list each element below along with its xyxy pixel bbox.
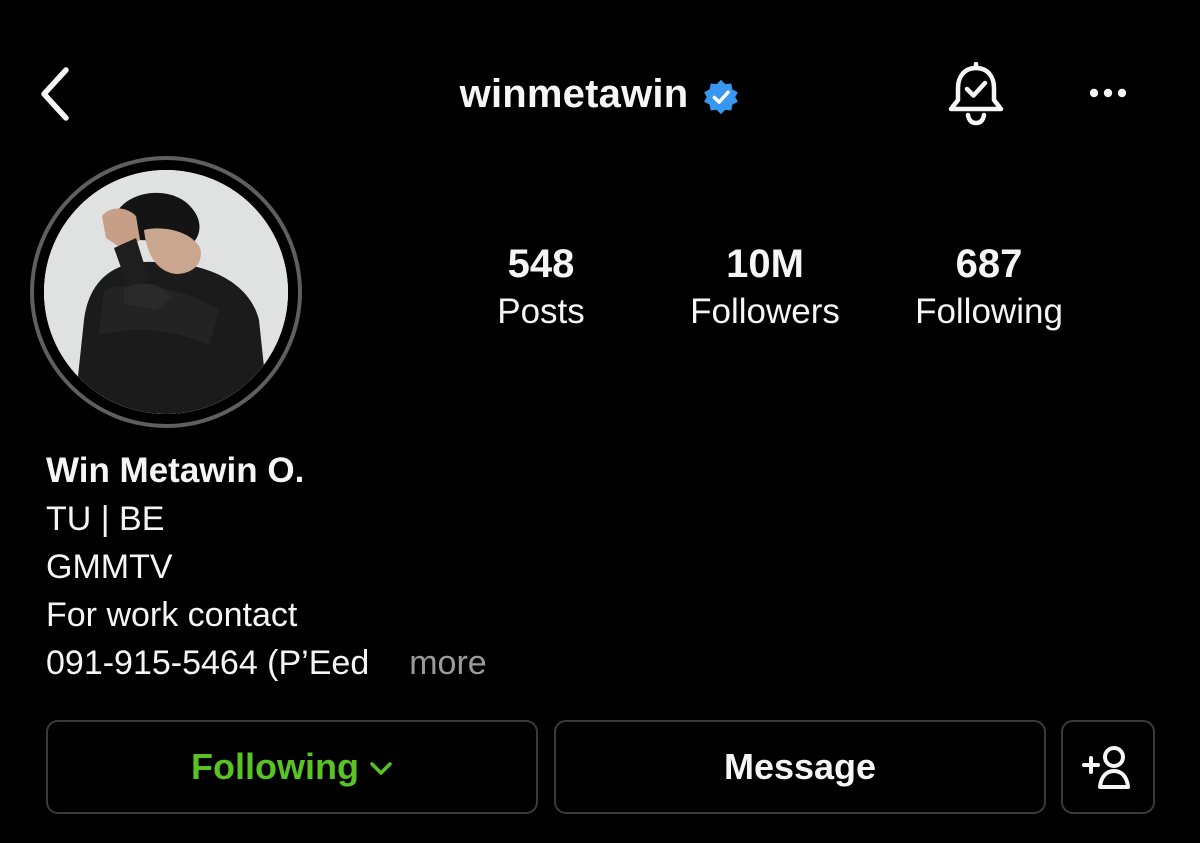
bio-line: TU | BE [46, 500, 165, 538]
more-horizontal-icon [1089, 88, 1127, 98]
posts-stat[interactable]: 548 Posts [426, 238, 656, 334]
following-label: Following [915, 292, 1063, 331]
followers-label: Followers [690, 292, 840, 331]
bell-check-icon [948, 61, 1004, 126]
display-name: Win Metawin O. [46, 451, 305, 490]
bio-line-contact: 091-915-5464 (P’Eed more [46, 639, 746, 687]
following-count: 687 [955, 242, 1023, 286]
bio-line: For work contact [46, 596, 298, 634]
bio-line: GMMTV [46, 548, 173, 586]
message-button-label: Message [723, 746, 877, 787]
username-title: winmetawin [459, 71, 689, 116]
profile-photo [44, 170, 288, 414]
avatar[interactable] [44, 170, 288, 414]
followers-count: 10M [726, 242, 804, 286]
following-stat[interactable]: 687 Following [874, 238, 1104, 334]
more-link[interactable]: more [409, 644, 486, 682]
following-button-label: Following [191, 746, 359, 787]
chevron-down-icon [370, 762, 392, 775]
posts-label: Posts [497, 292, 585, 331]
bio-section: Win Metawin O. TU | BE GMMTV For work co… [46, 447, 746, 687]
posts-count: 548 [507, 242, 575, 286]
add-user-icon [1082, 746, 1130, 789]
following-button[interactable]: Following [46, 720, 538, 814]
more-options-button[interactable] [1082, 76, 1134, 110]
followers-stat[interactable]: 10M Followers [650, 238, 880, 334]
profile-page: winmetawin 548 Posts 10M Followers 687 F… [0, 0, 1200, 843]
profile-header: winmetawin [0, 66, 1200, 122]
verified-badge-icon [704, 79, 739, 115]
bio-contact-text: 091-915-5464 (P’Eed [46, 644, 370, 682]
notifications-button[interactable] [945, 61, 1007, 128]
message-button[interactable]: Message [554, 720, 1046, 814]
add-user-button[interactable] [1061, 720, 1155, 814]
